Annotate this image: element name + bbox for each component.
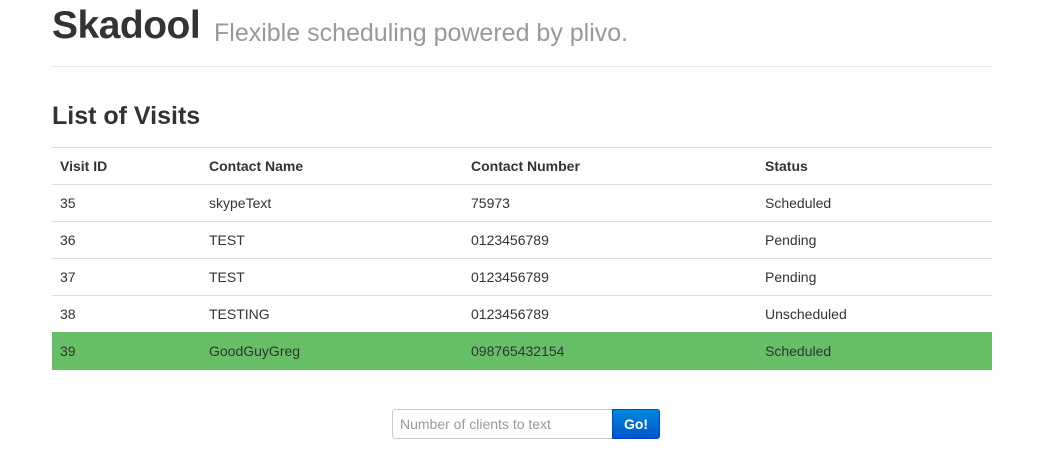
contact-number-cell: 098765432154 [463, 332, 757, 370]
visits-table: Visit ID Contact Name Contact Number Sta… [52, 147, 992, 370]
contact-name-cell: TEST [201, 258, 463, 296]
status-cell: Pending [757, 258, 992, 296]
contact-number-cell: 0123456789 [463, 221, 757, 259]
column-header-visit-id: Visit ID [52, 147, 201, 185]
status-cell: Unscheduled [757, 295, 992, 333]
go-button[interactable]: Go! [612, 409, 660, 439]
text-clients-form: Go! [392, 409, 660, 439]
status-cell: Scheduled [757, 184, 992, 222]
column-header-contact-name: Contact Name [201, 147, 463, 185]
clients-count-input[interactable] [392, 409, 612, 439]
status-cell: Scheduled [757, 332, 992, 370]
column-header-status: Status [757, 147, 992, 185]
contact-number-cell: 0123456789 [463, 258, 757, 296]
brand-title: Skadool [52, 4, 201, 47]
contact-name-cell: TEST [201, 221, 463, 259]
table-row-highlighted: 39 GoodGuyGreg 098765432154 Scheduled [52, 332, 992, 370]
table-row: 38 TESTING 0123456789 Unscheduled [52, 295, 992, 333]
status-cell: Pending [757, 221, 992, 259]
table-row: 37 TEST 0123456789 Pending [52, 258, 992, 296]
visit-id-cell: 36 [52, 221, 201, 259]
contact-name-cell: GoodGuyGreg [201, 332, 463, 370]
contact-name-cell: TESTING [201, 295, 463, 333]
visit-id-cell: 35 [52, 184, 201, 222]
page: Skadool Flexible scheduling powered by p… [0, 0, 1046, 464]
contact-name-cell: skypeText [201, 184, 463, 222]
contact-number-cell: 75973 [463, 184, 757, 222]
visit-id-cell: 37 [52, 258, 201, 296]
page-header: Skadool Flexible scheduling powered by p… [52, 0, 992, 67]
table-row: 35 skypeText 75973 Scheduled [52, 184, 992, 222]
contact-number-cell: 0123456789 [463, 295, 757, 333]
brand-tagline: Flexible scheduling powered by plivo. [214, 19, 629, 47]
section-title: List of Visits [52, 102, 201, 130]
column-header-contact-number: Contact Number [463, 147, 757, 185]
visit-id-cell: 39 [52, 332, 201, 370]
table-header-row: Visit ID Contact Name Contact Number Sta… [52, 147, 992, 185]
visit-id-cell: 38 [52, 295, 201, 333]
table-row: 36 TEST 0123456789 Pending [52, 221, 992, 259]
